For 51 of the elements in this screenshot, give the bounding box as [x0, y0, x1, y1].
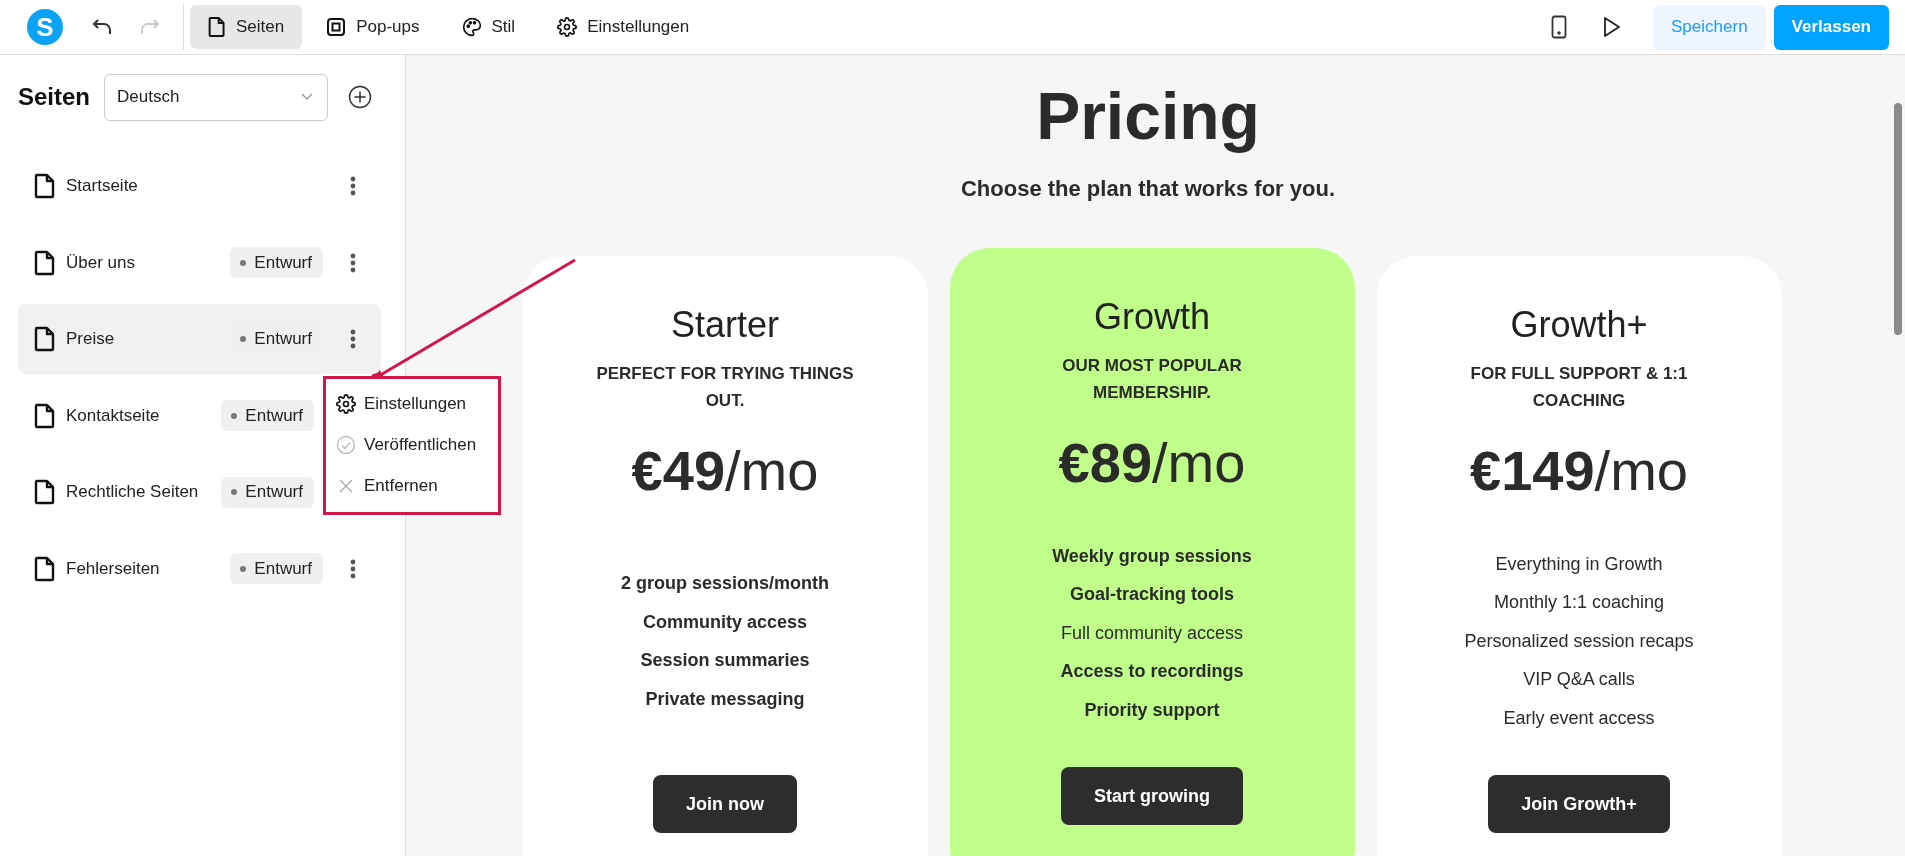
- plan-button[interactable]: Join now: [653, 775, 797, 834]
- plan-name: Growth: [1093, 296, 1210, 339]
- plan-feature: Early event access: [1503, 706, 1655, 730]
- plan-name: Growth+: [1510, 304, 1648, 347]
- plan-feature: VIP Q&A calls: [1523, 668, 1635, 692]
- page-name: Rechtliche Seiten: [66, 482, 200, 502]
- plan-tagline: FOR FULL SUPPORT & 1:1 COACHING: [1469, 363, 1689, 413]
- plan-feature: Access to recordings: [1060, 660, 1244, 684]
- plan-feature: Weekly group sessions: [1052, 544, 1252, 568]
- plan-feature: Full community access: [1060, 621, 1244, 645]
- language-select[interactable]: Deutsch: [104, 73, 329, 121]
- page-name: Preise: [66, 329, 116, 349]
- page-row[interactable]: Kontaktseite Entwurf: [18, 380, 318, 451]
- page-heading: Pricing: [1036, 78, 1260, 155]
- page-subheading: Choose the plan that works for you.: [960, 176, 1335, 203]
- plan-button[interactable]: Start growing: [1061, 767, 1243, 826]
- plan-feature: Priority support: [1084, 698, 1220, 722]
- nav-tab[interactable]: Pop-ups: [308, 5, 438, 49]
- plan-name: Starter: [670, 304, 779, 347]
- plan-tagline: PERFECT FOR TRYING THINGS OUT.: [595, 363, 855, 413]
- plan-feature: Private messaging: [645, 687, 805, 711]
- plan-feature: Session summaries: [640, 649, 810, 673]
- status-badge: Entwurf: [221, 476, 314, 508]
- page-row[interactable]: Über uns Entwurf: [18, 227, 381, 298]
- page-name: Über uns: [66, 252, 136, 273]
- plan-price: €149/mo: [1470, 438, 1688, 504]
- status-badge: Entwurf: [230, 553, 323, 584]
- menu-item[interactable]: Entfernen: [332, 465, 492, 506]
- nav-tab[interactable]: Seiten: [190, 5, 303, 49]
- menu-item[interactable]: Veröffentlichen: [332, 424, 492, 465]
- menu-item[interactable]: Einstellungen: [332, 383, 492, 424]
- plan-feature: Everything in Growth: [1495, 552, 1663, 576]
- plan-tagline: OUR MOST POPULAR MEMBERSHIP.: [1061, 355, 1243, 405]
- plan-feature: Monthly 1:1 coaching: [1493, 591, 1665, 615]
- nav-tab[interactable]: Einstellungen: [539, 5, 708, 49]
- plan-price: €89/mo: [1058, 430, 1246, 496]
- page-row[interactable]: Fehlerseiten Entwurf: [18, 533, 381, 604]
- plan-feature: Goal-tracking tools: [1070, 583, 1234, 607]
- page-name: Startseite: [66, 176, 139, 196]
- plan-feature: Community access: [642, 610, 808, 634]
- plan-price: €49/mo: [631, 438, 819, 504]
- page-row[interactable]: Startseite: [18, 151, 381, 221]
- status-badge: Entwurf: [230, 247, 323, 278]
- plan-feature: Personalized session recaps: [1464, 629, 1694, 653]
- page-name: Fehlerseiten: [66, 558, 161, 579]
- status-badge: Entwurf: [221, 400, 314, 431]
- page-name: Kontaktseite: [66, 405, 161, 426]
- sidebar-title: Seiten: [18, 83, 91, 111]
- plan-feature: 2 group sessions/month: [621, 572, 829, 596]
- nav-tab[interactable]: Stil: [443, 5, 534, 49]
- plan-button[interactable]: Join Growth+: [1488, 775, 1670, 834]
